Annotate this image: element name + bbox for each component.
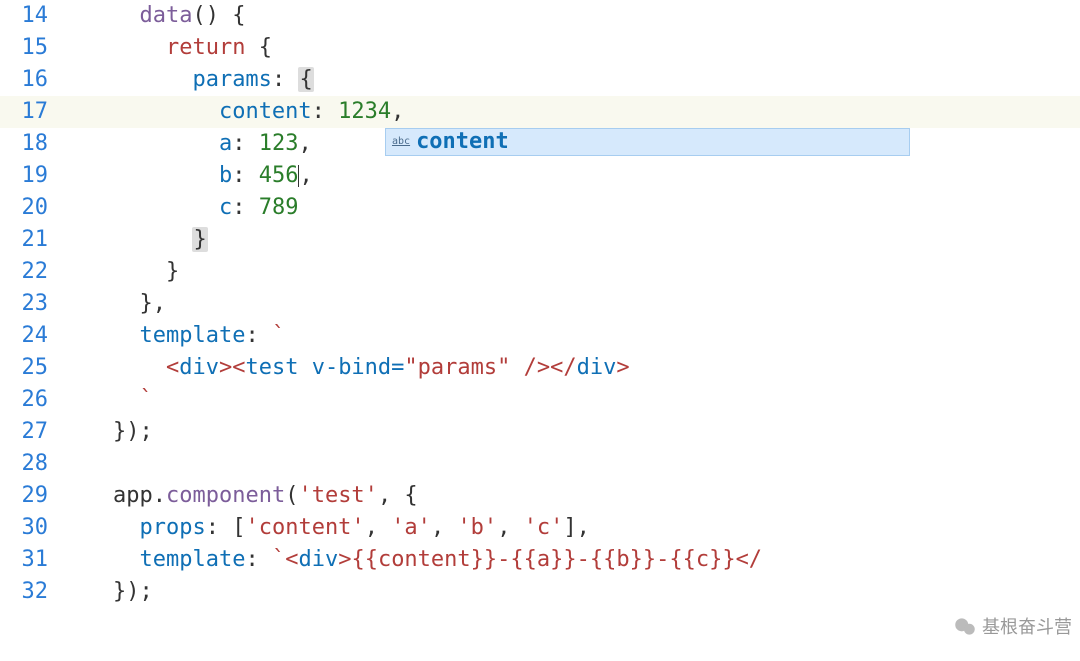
- line-number: 14: [0, 0, 48, 32]
- line-number: 20: [0, 192, 48, 224]
- line-number: 28: [0, 448, 48, 480]
- line-number: 26: [0, 384, 48, 416]
- html-tag: test: [245, 355, 298, 380]
- code-line[interactable]: c: 789: [60, 192, 1080, 224]
- line-number: 18: [0, 128, 48, 160]
- brace-match-icon: }: [192, 227, 207, 252]
- line-number-gutter: 14 15 16 17 18 19 20 21 22 23 24 25 26 2…: [0, 0, 60, 661]
- html-tag: div: [298, 547, 338, 572]
- line-number: 32: [0, 576, 48, 608]
- suggestion-kind-icon: abc: [392, 126, 410, 158]
- line-number: 22: [0, 256, 48, 288]
- code-line[interactable]: <div><test v-bind="params" /></div>: [60, 352, 1080, 384]
- code-line[interactable]: return {: [60, 32, 1080, 64]
- line-number: 25: [0, 352, 48, 384]
- code-line[interactable]: }: [60, 224, 1080, 256]
- line-number: 19: [0, 160, 48, 192]
- property: template: [139, 547, 245, 572]
- line-number: 24: [0, 320, 48, 352]
- watermark: 基根奋斗营: [952, 611, 1072, 643]
- line-number: 29: [0, 480, 48, 512]
- property: props: [139, 515, 205, 540]
- variable: app: [113, 483, 153, 508]
- line-number: 16: [0, 64, 48, 96]
- property: template: [139, 323, 245, 348]
- line-number: 27: [0, 416, 48, 448]
- watermark-text: 基根奋斗营: [982, 611, 1072, 643]
- code-line[interactable]: [60, 448, 1080, 480]
- code-line[interactable]: props: ['content', 'a', 'b', 'c'],: [60, 512, 1080, 544]
- number-literal: 123: [259, 131, 299, 156]
- number-literal: 1234: [338, 99, 391, 124]
- property: b: [219, 163, 232, 188]
- string-literal: 'test': [298, 483, 377, 508]
- code-line[interactable]: template: `: [60, 320, 1080, 352]
- code-line[interactable]: },: [60, 288, 1080, 320]
- line-number: 31: [0, 544, 48, 576]
- line-number: 23: [0, 288, 48, 320]
- code-area[interactable]: data() { return { params: { content: 123…: [60, 0, 1080, 661]
- number-literal: 789: [259, 195, 299, 220]
- code-line[interactable]: });: [60, 416, 1080, 448]
- string-literal: 'b': [457, 515, 497, 540]
- wechat-icon: [952, 614, 978, 640]
- code-line[interactable]: template: `<div>{{content}}-{{a}}-{{b}}-…: [60, 544, 1080, 576]
- code-line[interactable]: b: 456,: [60, 160, 1080, 192]
- string-literal: 'c': [524, 515, 564, 540]
- brace-match-icon: {: [298, 67, 313, 92]
- autocomplete-popup[interactable]: abc content: [385, 128, 910, 156]
- property: content: [219, 99, 312, 124]
- html-tag: div: [179, 355, 219, 380]
- html-tag: div: [577, 355, 617, 380]
- code-line[interactable]: `: [60, 384, 1080, 416]
- code-line[interactable]: params: {: [60, 64, 1080, 96]
- string-literal: 'content': [245, 515, 364, 540]
- string-literal: 'a': [391, 515, 431, 540]
- code-line[interactable]: });: [60, 576, 1080, 608]
- function-name: data: [139, 3, 192, 28]
- property: a: [219, 131, 232, 156]
- property: c: [219, 195, 232, 220]
- code-line[interactable]: data() {: [60, 0, 1080, 32]
- line-number: 21: [0, 224, 48, 256]
- line-number: 15: [0, 32, 48, 64]
- autocomplete-suggestion[interactable]: content: [416, 126, 509, 158]
- line-number: 17: [0, 96, 48, 128]
- number-literal: 456: [259, 163, 299, 188]
- code-line[interactable]: content: 1234,: [60, 96, 1080, 128]
- property: params: [192, 67, 271, 92]
- code-line[interactable]: }: [60, 256, 1080, 288]
- keyword: return: [166, 35, 245, 60]
- line-number: 30: [0, 512, 48, 544]
- method: component: [166, 483, 285, 508]
- code-line[interactable]: app.component('test', {: [60, 480, 1080, 512]
